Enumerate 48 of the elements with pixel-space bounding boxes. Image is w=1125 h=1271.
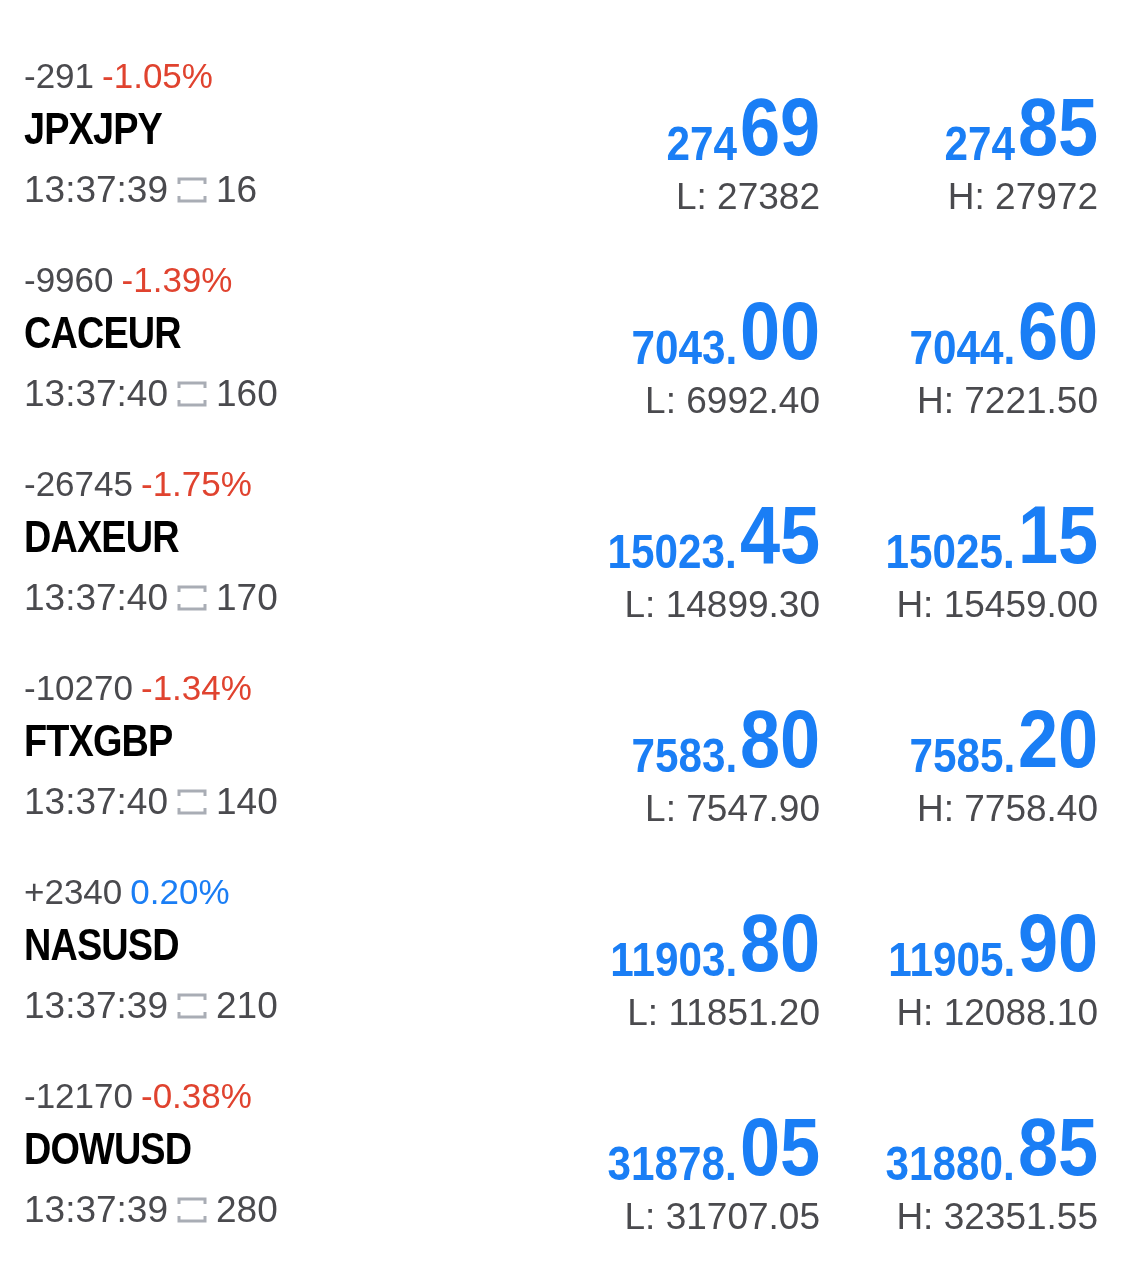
symbol-name: JPXJPY — [24, 103, 162, 155]
bid-price[interactable]: 31878.05 — [589, 1092, 820, 1196]
quote-time: 13:37:40 — [24, 781, 169, 823]
low-price: L: 7547.90 — [645, 788, 820, 830]
ask-price[interactable]: 7044.60 — [894, 276, 1098, 380]
low-price: L: 11851.20 — [627, 992, 820, 1034]
high-price: H: 32351.55 — [896, 1196, 1098, 1238]
high-price: H: 12088.10 — [896, 992, 1098, 1034]
symbol-name: NASUSD — [24, 919, 179, 971]
high-price: H: 15459.00 — [896, 584, 1098, 626]
symbol-name: CACEUR — [24, 307, 181, 359]
spread-value: 140 — [216, 781, 278, 823]
change-line: +2340 0.20% — [24, 871, 231, 913]
low-price: L: 14899.30 — [624, 584, 820, 626]
spread-value: 170 — [216, 577, 278, 619]
ask-price[interactable]: 7585.20 — [894, 684, 1098, 788]
high-price: H: 7221.50 — [916, 380, 1098, 422]
bid-price[interactable]: 11903.80 — [592, 888, 820, 992]
quote-time: 13:37:39 — [24, 1189, 169, 1231]
change-line: -26745 -1.75% — [24, 463, 253, 505]
quote-time: 13:37:40 — [24, 373, 169, 415]
change-line: -291 -1.05% — [24, 55, 214, 97]
bid-price[interactable]: 27469 — [656, 72, 820, 176]
quote-time: 13:37:39 — [24, 985, 169, 1027]
spread-value: 280 — [216, 1189, 278, 1231]
spread-value: 160 — [216, 373, 278, 415]
bid-price[interactable]: 7583.80 — [616, 684, 820, 788]
ask-price[interactable]: 11905.90 — [870, 888, 1098, 992]
spread-value: 210 — [216, 985, 278, 1027]
ask-price[interactable]: 27485 — [934, 72, 1098, 176]
bid-price[interactable]: 15023.45 — [589, 480, 820, 584]
symbol-name: DOWUSD — [24, 1123, 192, 1175]
change-line: -9960 -1.39% — [24, 259, 234, 301]
symbol-name: DAXEUR — [24, 511, 179, 563]
change-line: -12170 -0.38% — [24, 1075, 253, 1117]
quote-time: 13:37:40 — [24, 577, 169, 619]
symbol-name: FTXGBP — [24, 715, 173, 767]
ask-price[interactable]: 31880.85 — [867, 1092, 1098, 1196]
low-price: L: 27382 — [675, 176, 820, 218]
high-price: H: 7758.40 — [916, 788, 1098, 830]
bid-price[interactable]: 7043.00 — [616, 276, 820, 380]
high-price: H: 27972 — [947, 176, 1098, 218]
spread-value: 16 — [216, 169, 258, 211]
quote-time: 13:37:39 — [24, 169, 169, 211]
low-price: L: 6992.40 — [645, 380, 820, 422]
ask-price[interactable]: 15025.15 — [867, 480, 1098, 584]
low-price: L: 31707.05 — [624, 1196, 820, 1238]
change-line: -10270 -1.34% — [24, 667, 253, 709]
